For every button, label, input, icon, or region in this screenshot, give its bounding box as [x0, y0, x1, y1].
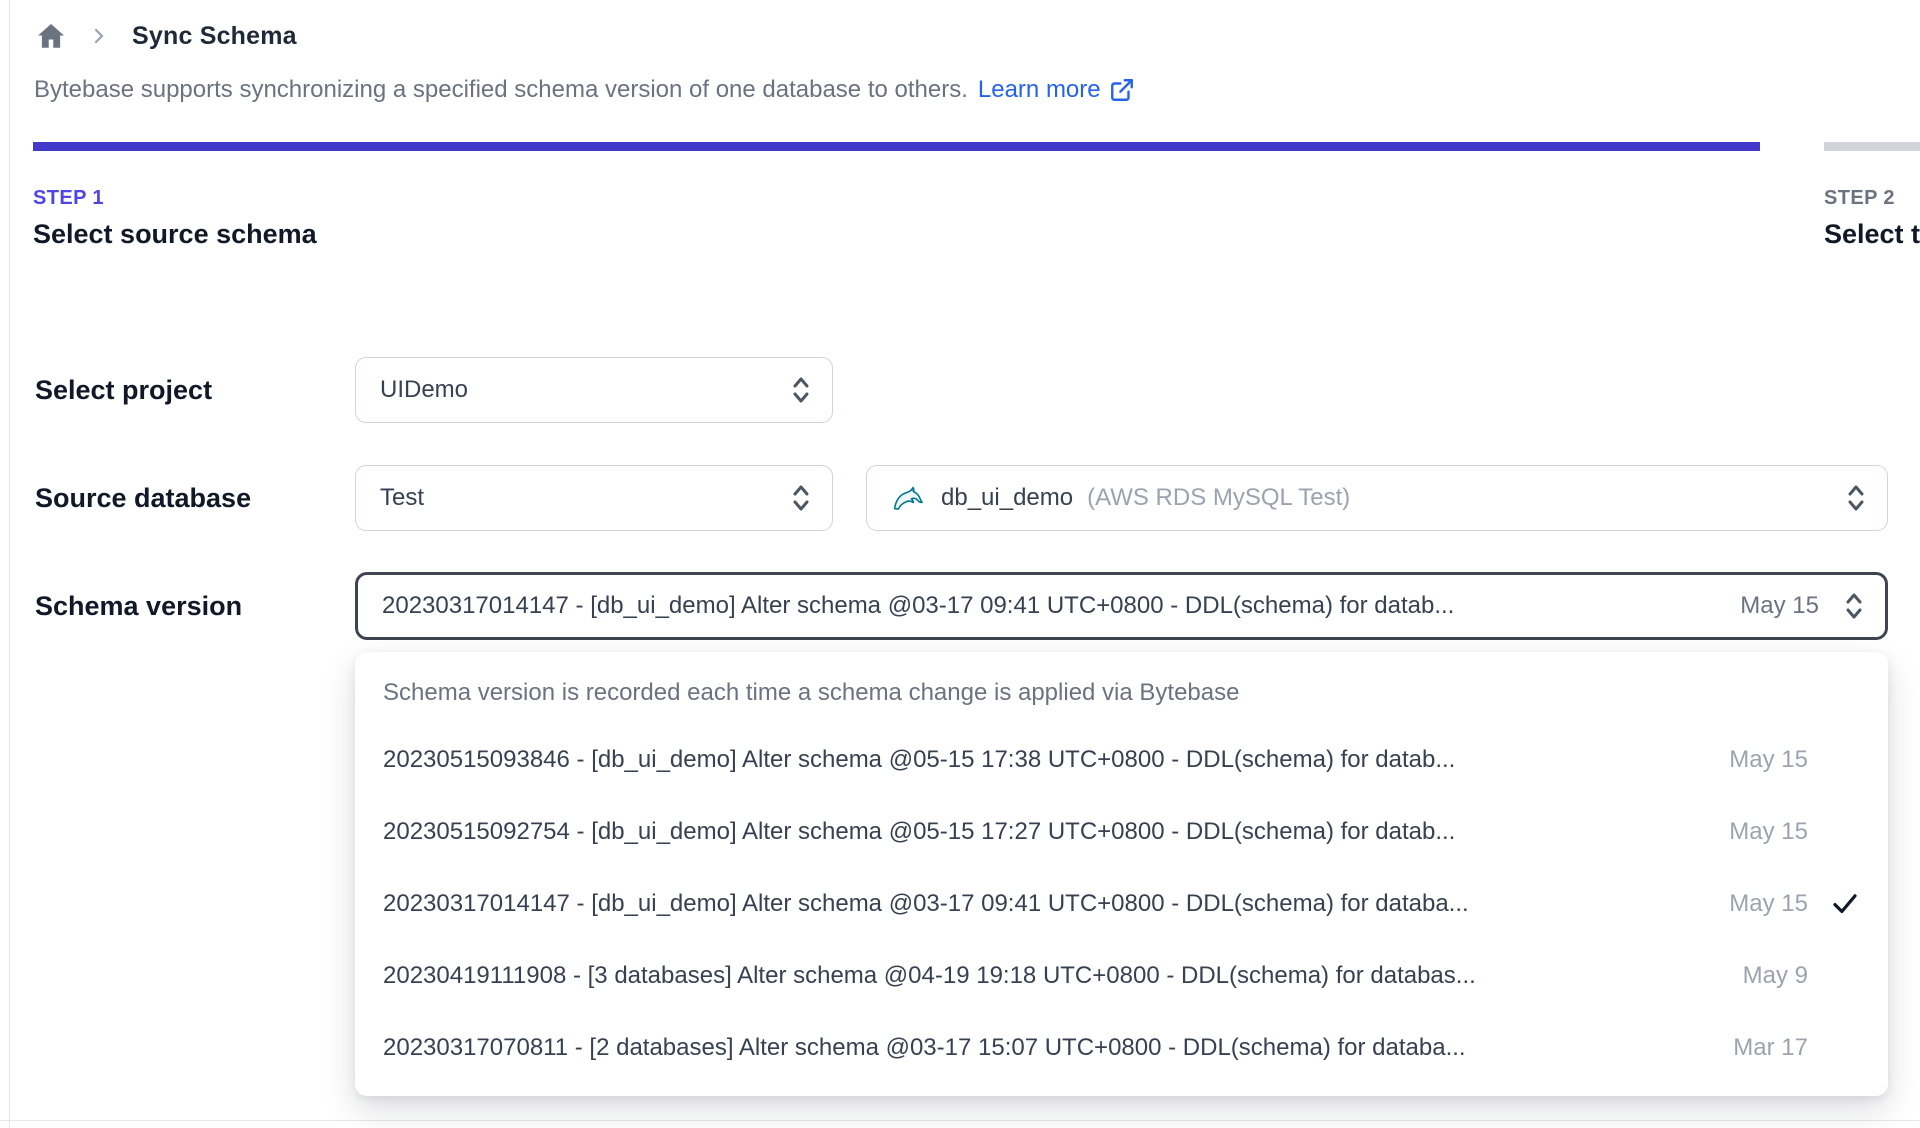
option-date: May 15: [1729, 746, 1808, 773]
option-date: May 15: [1729, 818, 1808, 845]
chevron-up-down-icon: [1843, 481, 1869, 515]
schema-version-select-date: May 15: [1740, 592, 1819, 619]
page-title: Sync Schema: [132, 21, 297, 50]
learn-more-label: Learn more: [977, 76, 1101, 103]
environment-select[interactable]: Test: [355, 465, 833, 531]
dropdown-hint: Schema version is recorded each time a s…: [383, 679, 1240, 706]
option-date: May 15: [1729, 890, 1808, 917]
step1-progress-bar: [33, 142, 1760, 151]
schema-version-label: Schema version: [35, 591, 243, 621]
mysql-dolphin-icon: [891, 481, 925, 515]
schema-version-option[interactable]: 20230419111908 - [3 databases] Alter sch…: [355, 940, 1888, 1012]
environment-select-value: Test: [380, 484, 425, 511]
breadcrumb: Sync Schema: [36, 16, 297, 56]
step2-label: STEP 2: [1824, 187, 1895, 209]
schema-version-dropdown: Schema version is recorded each time a s…: [355, 652, 1888, 1096]
learn-more-link[interactable]: Learn more: [978, 76, 1135, 104]
step1-label: STEP 1: [33, 187, 104, 209]
step2-progress-bar: [1824, 142, 1920, 151]
option-text: 20230419111908 - [3 databases] Alter sch…: [383, 962, 1476, 989]
home-icon[interactable]: [36, 21, 66, 51]
sync-schema-page: Sync Schema Bytebase supports synchroniz…: [0, 0, 1920, 1128]
intro-description: Bytebase supports synchronizing a specif…: [34, 76, 968, 103]
check-icon: [1808, 889, 1860, 919]
schema-version-option-selected[interactable]: 20230317014147 - [db_ui_demo] Alter sche…: [355, 868, 1888, 940]
project-select-value: UIDemo: [380, 376, 469, 403]
step1-title: Select source schema: [33, 219, 317, 249]
step2-title: Select t: [1824, 219, 1920, 249]
source-database-label: Source database: [35, 483, 252, 513]
chevron-right-icon: [90, 27, 108, 45]
chevron-up-down-icon: [1841, 589, 1867, 623]
database-select-value: db_ui_demo: [941, 484, 1074, 511]
intro-text: Bytebase supports synchronizing a specif…: [34, 76, 1135, 104]
option-text: 20230317014147 - [db_ui_demo] Alter sche…: [383, 890, 1469, 917]
database-select-annotation: (AWS RDS MySQL Test): [1087, 484, 1351, 511]
project-select[interactable]: UIDemo: [355, 357, 833, 423]
option-text: 20230515093846 - [db_ui_demo] Alter sche…: [383, 746, 1456, 773]
external-link-icon: [1110, 79, 1133, 101]
chevron-up-down-icon: [788, 373, 814, 407]
content-left-divider: [9, 0, 10, 1128]
schema-version-select[interactable]: 20230317014147 - [db_ui_demo] Alter sche…: [355, 572, 1888, 640]
option-text: 20230515092754 - [db_ui_demo] Alter sche…: [383, 818, 1456, 845]
schema-version-select-value: 20230317014147 - [db_ui_demo] Alter sche…: [382, 592, 1455, 619]
option-text: 20230317070811 - [2 databases] Alter sch…: [383, 1034, 1466, 1061]
select-project-label: Select project: [35, 375, 213, 405]
chevron-up-down-icon: [788, 481, 814, 515]
content-bottom-divider: [0, 1120, 1920, 1121]
option-date: Mar 17: [1733, 1034, 1808, 1061]
schema-version-option[interactable]: 20230515093846 - [db_ui_demo] Alter sche…: [355, 724, 1888, 796]
option-date: May 9: [1742, 962, 1808, 989]
database-select[interactable]: db_ui_demo (AWS RDS MySQL Test): [866, 465, 1888, 531]
schema-version-option[interactable]: 20230317070811 - [2 databases] Alter sch…: [355, 1012, 1888, 1084]
schema-version-option[interactable]: 20230515092754 - [db_ui_demo] Alter sche…: [355, 796, 1888, 868]
